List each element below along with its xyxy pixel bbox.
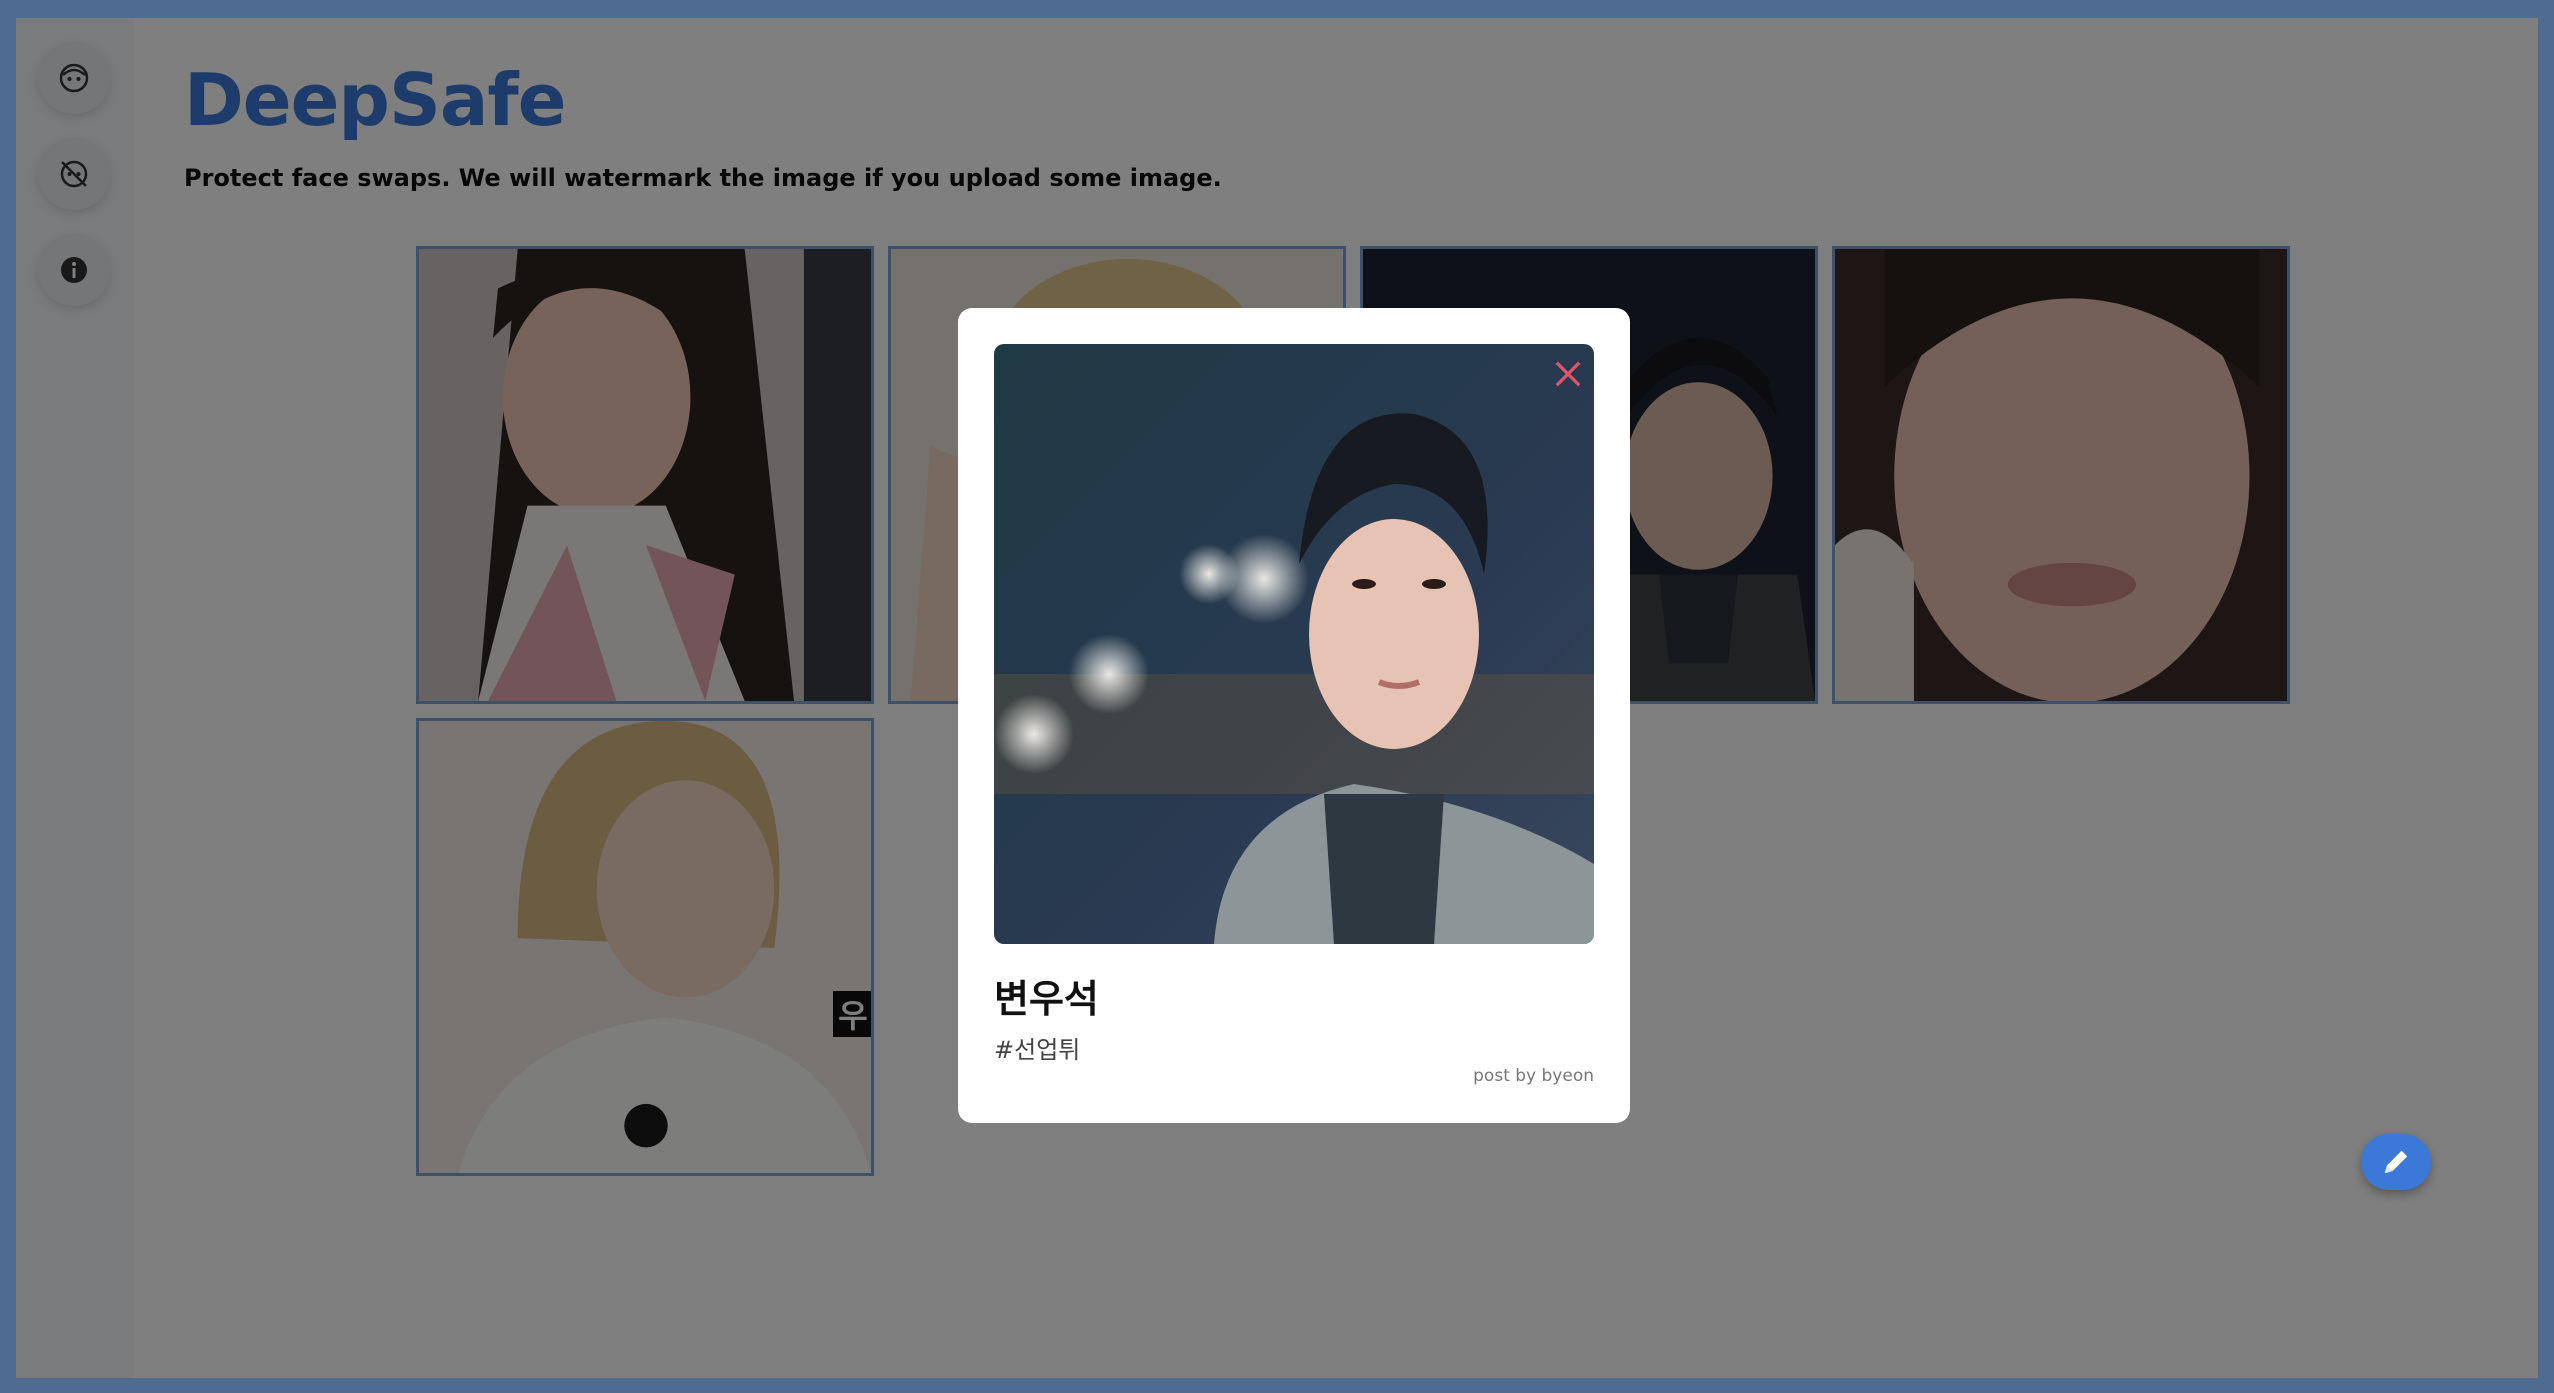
close-icon [1555, 361, 1581, 387]
close-button[interactable] [1552, 358, 1584, 390]
modal-photo [994, 344, 1594, 944]
modal-image [994, 344, 1594, 944]
image-detail-modal: 변우석 #선업튀 post by byeon [958, 308, 1630, 1123]
write-post-button[interactable] [2361, 1134, 2431, 1190]
modal-author: post by byeon [1473, 1066, 1594, 1086]
pencil-icon [2384, 1150, 2408, 1174]
modal-hashtag: #선업튀 [994, 1036, 1081, 1064]
modal-title: 변우석 [994, 977, 1099, 1021]
app-frame: DeepSafe Protect face swaps. We will wat… [16, 18, 2538, 1378]
